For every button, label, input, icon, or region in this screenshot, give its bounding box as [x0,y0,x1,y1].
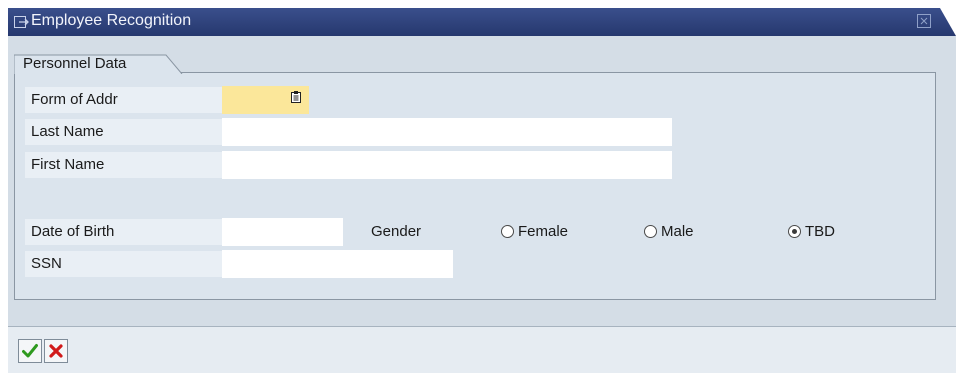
last-name-label: Last Name [25,119,222,145]
window-title: Employee Recognition [31,12,192,29]
form-of-addr-label: Form of Addr [25,87,222,113]
date-of-birth-field[interactable] [222,218,343,246]
ssn-field[interactable] [222,250,453,278]
title-corner [940,8,956,36]
button-bar [8,326,956,373]
ok-button[interactable] [18,339,42,363]
radio-label: Female [518,223,569,240]
radio-circle [788,225,801,238]
date-of-birth-label: Date of Birth [25,219,222,245]
radio-circle [644,225,657,238]
gender-label: Gender [371,223,422,240]
value-help-icon[interactable] [291,91,301,103]
gender-radio-tbd[interactable]: TBD [788,223,835,240]
radio-label: TBD [805,223,835,240]
cancel-x-icon [49,344,63,358]
ssn-label: SSN [25,251,222,277]
gender-radio-female[interactable]: Female [501,223,568,240]
title-bar: Employee Recognition [8,8,956,36]
radio-circle [501,225,514,238]
tab-label: Personnel Data [23,55,127,72]
last-name-field[interactable] [222,118,672,146]
gender-radio-male[interactable]: Male [644,223,694,240]
first-name-field[interactable] [222,151,672,179]
dialog-window: Employee Recognition Personnel Data Form… [8,8,956,373]
close-button[interactable] [917,14,931,28]
first-name-label: First Name [25,152,222,178]
cancel-button[interactable] [44,339,68,363]
window-icon [14,16,29,28]
checkmark-icon [22,344,38,358]
close-icon [920,17,928,25]
radio-label: Male [661,223,694,240]
